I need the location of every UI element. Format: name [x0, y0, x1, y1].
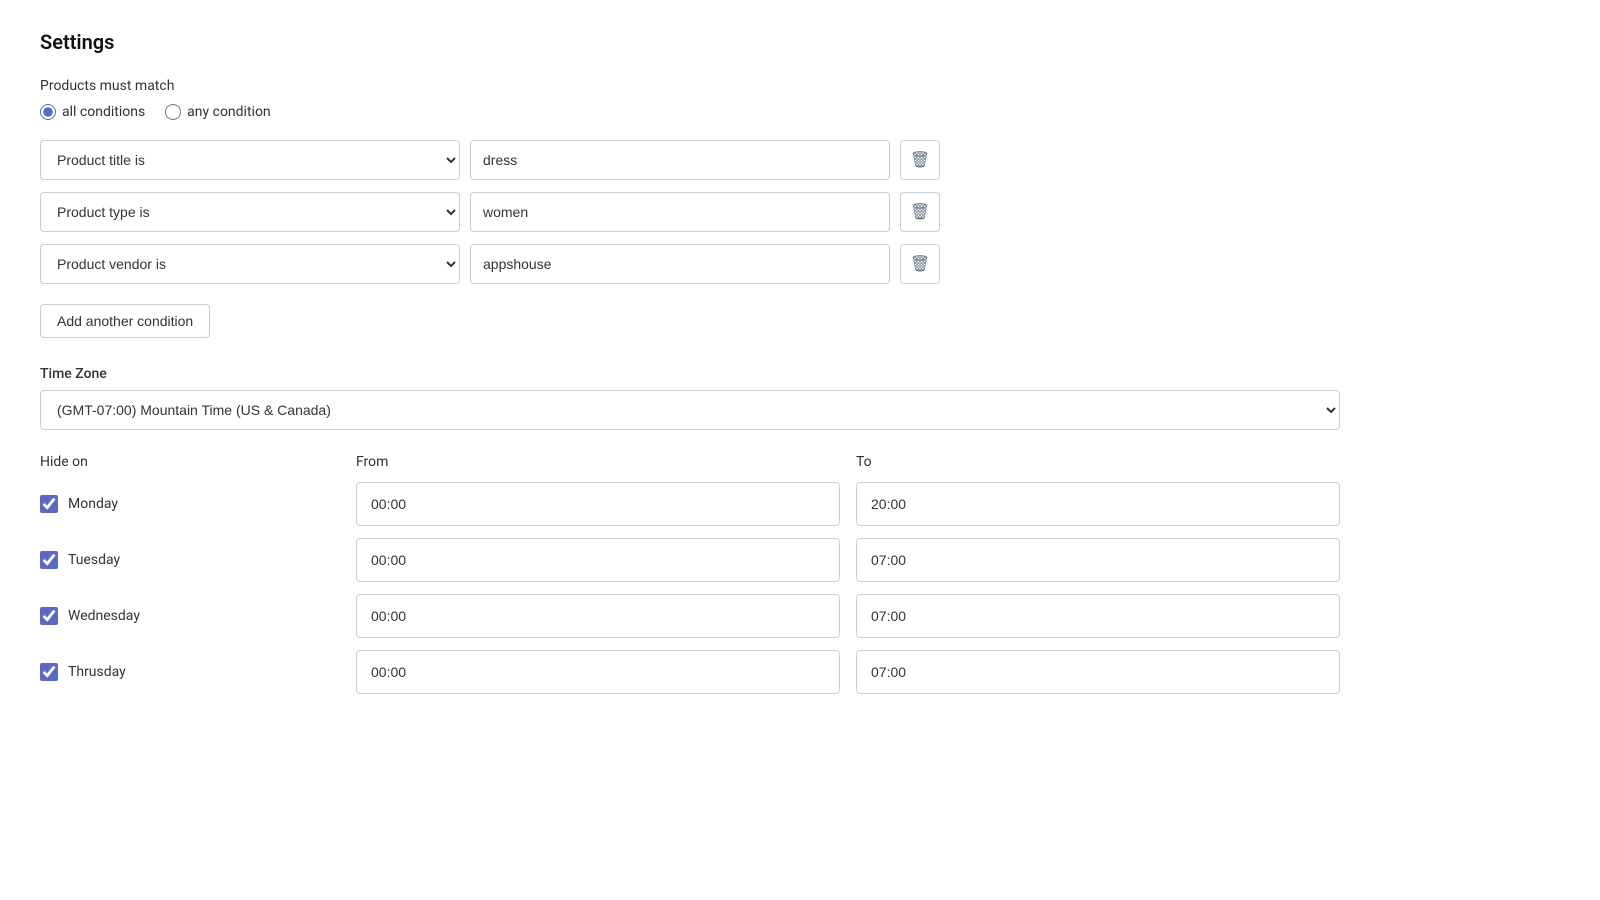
any-condition-radio[interactable] [165, 104, 181, 120]
wednesday-checkbox[interactable] [40, 607, 58, 625]
monday-label: Monday [68, 496, 118, 512]
condition-input-2[interactable] [470, 192, 890, 232]
any-condition-label: any condition [187, 104, 271, 120]
page-title: Settings [40, 30, 1560, 54]
tuesday-from-input[interactable] [356, 538, 840, 582]
monday-checkbox[interactable] [40, 495, 58, 513]
trash-icon-2: 🗑 [910, 202, 930, 222]
condition-row-2: Product title is Product type is Product… [40, 192, 1560, 232]
condition-row-1: Product title is Product type is Product… [40, 140, 1560, 180]
match-condition-radio-group: all conditions any condition [40, 104, 1560, 120]
any-condition-option[interactable]: any condition [165, 104, 271, 120]
all-conditions-radio[interactable] [40, 104, 56, 120]
tuesday-label: Tuesday [68, 552, 120, 568]
timezone-label: Time Zone [40, 366, 1560, 382]
products-must-match-label: Products must match [40, 78, 1560, 94]
delete-condition-2-button[interactable]: 🗑 [900, 192, 940, 232]
monday-from-input[interactable] [356, 482, 840, 526]
wednesday-checkbox-container: Wednesday [40, 607, 340, 625]
schedule-row-wednesday: Wednesday [40, 594, 1340, 638]
thursday-label: Thrusday [68, 664, 126, 680]
schedule-section: Hide on From To Monday Tuesday Wednesday… [40, 454, 1340, 694]
conditions-list: Product title is Product type is Product… [40, 140, 1560, 284]
condition-row-3: Product title is Product type is Product… [40, 244, 1560, 284]
timezone-section: Time Zone (GMT-12:00) International Date… [40, 366, 1560, 430]
schedule-header: Hide on From To [40, 454, 1340, 470]
wednesday-from-input[interactable] [356, 594, 840, 638]
condition-select-1[interactable]: Product title is Product type is Product… [40, 140, 460, 180]
tuesday-checkbox[interactable] [40, 551, 58, 569]
thursday-to-input[interactable] [856, 650, 1340, 694]
schedule-row-tuesday: Tuesday [40, 538, 1340, 582]
delete-condition-1-button[interactable]: 🗑 [900, 140, 940, 180]
hide-on-header: Hide on [40, 454, 340, 470]
timezone-select[interactable]: (GMT-12:00) International Date Line West… [40, 390, 1340, 430]
tuesday-to-input[interactable] [856, 538, 1340, 582]
monday-to-input[interactable] [856, 482, 1340, 526]
condition-select-3[interactable]: Product title is Product type is Product… [40, 244, 460, 284]
thursday-checkbox-container: Thrusday [40, 663, 340, 681]
trash-icon-1: 🗑 [910, 150, 930, 170]
thursday-from-input[interactable] [356, 650, 840, 694]
condition-select-2[interactable]: Product title is Product type is Product… [40, 192, 460, 232]
wednesday-label: Wednesday [68, 608, 140, 624]
condition-input-1[interactable] [470, 140, 890, 180]
wednesday-to-input[interactable] [856, 594, 1340, 638]
schedule-row-thursday: Thrusday [40, 650, 1340, 694]
trash-icon-3: 🗑 [910, 254, 930, 274]
from-header: From [356, 454, 840, 470]
all-conditions-label: all conditions [62, 104, 145, 120]
condition-input-3[interactable] [470, 244, 890, 284]
thursday-checkbox[interactable] [40, 663, 58, 681]
delete-condition-3-button[interactable]: 🗑 [900, 244, 940, 284]
to-header: To [856, 454, 1340, 470]
monday-checkbox-container: Monday [40, 495, 340, 513]
schedule-row-monday: Monday [40, 482, 1340, 526]
tuesday-checkbox-container: Tuesday [40, 551, 340, 569]
add-condition-button[interactable]: Add another condition [40, 304, 210, 338]
all-conditions-option[interactable]: all conditions [40, 104, 145, 120]
